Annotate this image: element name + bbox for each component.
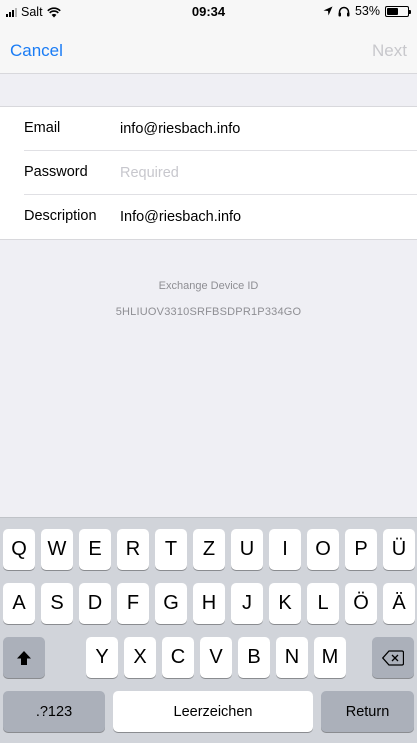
space-key[interactable]: Leerzeichen (113, 691, 313, 732)
key-ae[interactable]: Ä (383, 583, 415, 624)
key-r[interactable]: R (117, 529, 149, 570)
key-s[interactable]: S (41, 583, 73, 624)
key-p[interactable]: P (345, 529, 377, 570)
key-q[interactable]: Q (3, 529, 35, 570)
email-label: Email (24, 120, 61, 136)
key-y[interactable]: Y (86, 637, 118, 678)
key-f[interactable]: F (117, 583, 149, 624)
key-d[interactable]: D (79, 583, 111, 624)
keyboard: Q W E R T Z U I O P Ü A S D F G H J K L … (0, 517, 417, 743)
key-oe[interactable]: Ö (345, 583, 377, 624)
status-bar: Salt 09:34 53% (0, 0, 417, 26)
delete-key[interactable] (372, 637, 414, 678)
key-l[interactable]: L (307, 583, 339, 624)
password-row: Password (0, 151, 417, 195)
headphones-icon (338, 6, 350, 16)
description-label: Description (24, 208, 97, 224)
key-x[interactable]: X (124, 637, 156, 678)
cancel-button[interactable]: Cancel (10, 41, 63, 61)
nav-bar: Cancel Next (0, 26, 417, 74)
key-j[interactable]: J (231, 583, 263, 624)
key-g[interactable]: G (155, 583, 187, 624)
numbers-key[interactable]: .?123 (3, 691, 105, 732)
key-a[interactable]: A (3, 583, 35, 624)
key-h[interactable]: H (193, 583, 225, 624)
device-id-title: Exchange Device ID (158, 280, 259, 292)
status-right: 53% (323, 4, 411, 18)
key-t[interactable]: T (155, 529, 187, 570)
key-m[interactable]: M (314, 637, 346, 678)
key-i[interactable]: I (269, 529, 301, 570)
account-form: Email Password Description (0, 106, 417, 240)
key-u[interactable]: U (231, 529, 263, 570)
key-o[interactable]: O (307, 529, 339, 570)
key-b[interactable]: B (238, 637, 270, 678)
key-c[interactable]: C (162, 637, 194, 678)
location-icon (323, 6, 333, 16)
email-row: Email (0, 107, 417, 151)
return-key[interactable]: Return (321, 691, 414, 732)
key-n[interactable]: N (276, 637, 308, 678)
description-row: Description (0, 195, 417, 239)
key-v[interactable]: V (200, 637, 232, 678)
battery-percent: 53% (354, 4, 380, 18)
password-label: Password (24, 164, 88, 180)
next-button[interactable]: Next (372, 41, 407, 61)
email-field[interactable] (120, 113, 410, 145)
key-z[interactable]: Z (193, 529, 225, 570)
device-id-value: 5HLIUOV3310SRFBSDPR1P334GO (115, 306, 302, 318)
key-w[interactable]: W (41, 529, 73, 570)
key-ue[interactable]: Ü (383, 529, 415, 570)
shift-icon (17, 650, 31, 665)
password-field[interactable] (120, 157, 410, 189)
delete-icon (382, 649, 404, 666)
battery-icon (385, 5, 411, 17)
description-field[interactable] (120, 201, 410, 233)
shift-key[interactable] (3, 637, 45, 678)
key-e[interactable]: E (79, 529, 111, 570)
key-k[interactable]: K (269, 583, 301, 624)
